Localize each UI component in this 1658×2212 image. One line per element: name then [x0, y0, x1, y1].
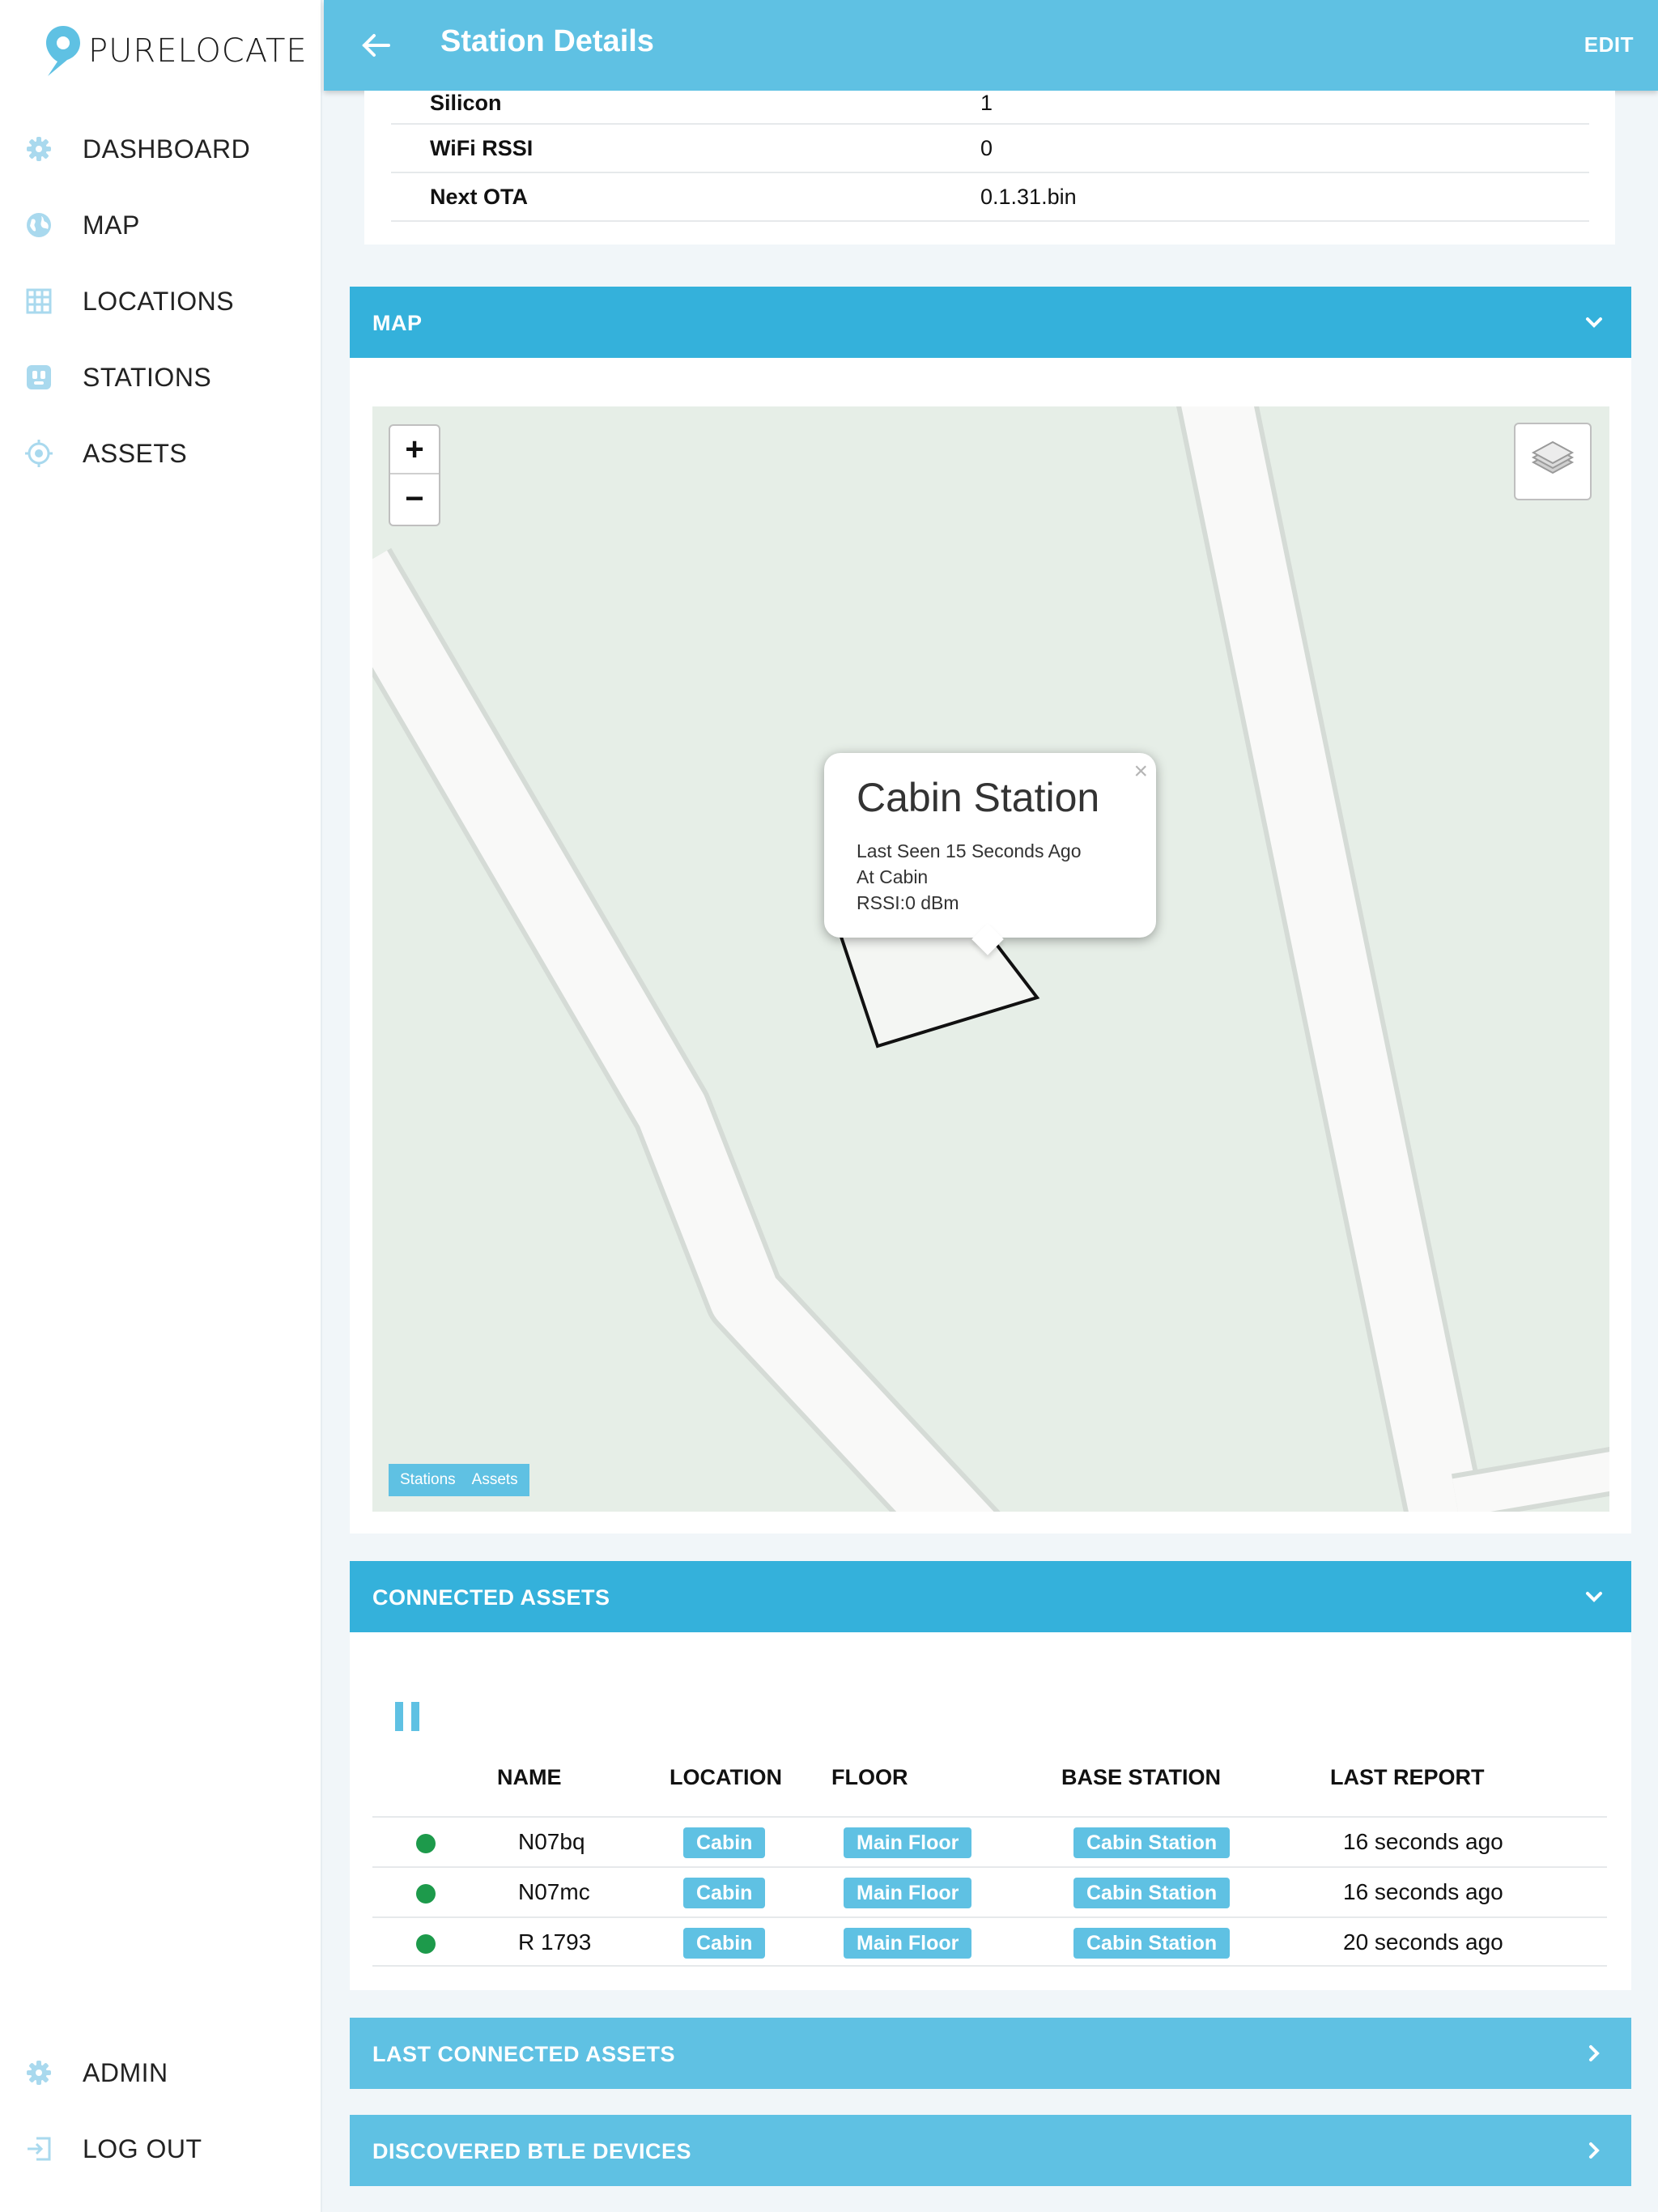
- layers-button[interactable]: [1514, 423, 1592, 500]
- sidebar-item-logout[interactable]: LOG OUT: [24, 2125, 202, 2173]
- sidebar-item-label: ADMIN: [83, 2057, 168, 2087]
- close-icon[interactable]: ×: [1133, 758, 1148, 785]
- layers-icon: [1516, 440, 1590, 502]
- map-view[interactable]: + − × Cabin Station Last Seen 15 Seconds…: [372, 406, 1609, 1512]
- base-station-tag[interactable]: Cabin Station: [1073, 1827, 1231, 1858]
- panel-title: LAST CONNECTED ASSETS: [372, 2042, 676, 2066]
- base-station-tag[interactable]: Cabin Station: [1073, 1928, 1231, 1959]
- floor-tag[interactable]: Main Floor: [844, 1827, 972, 1858]
- target-icon: [24, 439, 53, 468]
- info-value: 0: [980, 136, 993, 160]
- sidebar-item-label: LOCATIONS: [83, 286, 235, 316]
- sidebar-item-assets[interactable]: ASSETS: [24, 429, 187, 478]
- info-value: 0.1.31.bin: [980, 185, 1077, 209]
- chevron-right-icon: [1581, 2138, 1607, 2163]
- page-title: Station Details: [440, 24, 654, 58]
- panel-title: DISCOVERED BTLE DEVICES: [372, 2139, 692, 2163]
- sidebar-item-label: DASHBOARD: [83, 134, 251, 164]
- station-popup: × Cabin Station Last Seen 15 Seconds Ago…: [824, 753, 1156, 955]
- location-tag[interactable]: Cabin: [683, 1827, 766, 1858]
- info-row-silicon: Silicon 1: [391, 91, 1589, 125]
- edit-button[interactable]: EDIT: [1584, 32, 1634, 57]
- info-key: Silicon: [430, 91, 502, 115]
- popup-location: At Cabin: [857, 866, 929, 887]
- top-app-bar: Station Details EDIT: [324, 0, 1658, 91]
- asset-name: N07bq: [518, 1829, 585, 1854]
- location-tag[interactable]: Cabin: [683, 1878, 766, 1908]
- location-tag[interactable]: Cabin: [683, 1928, 766, 1959]
- sidebar-item-admin[interactable]: ADMIN: [24, 2048, 168, 2097]
- column-header-last-report[interactable]: LAST REPORT: [1330, 1765, 1485, 1790]
- chevron-down-icon: [1581, 1584, 1607, 1610]
- legend-assets[interactable]: Assets: [472, 1471, 518, 1489]
- status-online-dot: [416, 1934, 436, 1954]
- asset-name: R 1793: [518, 1929, 592, 1955]
- station-icon: [24, 363, 53, 392]
- base-station-tag[interactable]: Cabin Station: [1073, 1878, 1231, 1908]
- zoom-in-button[interactable]: +: [390, 426, 439, 474]
- sidebar-item-label: ASSETS: [83, 438, 188, 468]
- zoom-out-button[interactable]: −: [390, 475, 439, 524]
- sidebar-item-locations[interactable]: LOCATIONS: [24, 277, 234, 325]
- column-header-floor[interactable]: FLOOR: [831, 1765, 908, 1790]
- column-header-name[interactable]: NAME: [497, 1765, 562, 1790]
- table-row[interactable]: N07bq Cabin Main Floor Cabin Station 16 …: [372, 1816, 1607, 1866]
- popup-rssi: RSSI:0 dBm: [857, 892, 959, 913]
- status-online-dot: [416, 1834, 436, 1853]
- logout-icon: [24, 2134, 53, 2163]
- station-info-card: Silicon 1 WiFi RSSI 0 Next OTA 0.1.31.bi…: [364, 91, 1615, 245]
- floor-tag[interactable]: Main Floor: [844, 1878, 972, 1908]
- column-header-base-station[interactable]: BASE STATION: [1061, 1765, 1221, 1790]
- map-layer-legend: Stations Assets: [389, 1464, 529, 1496]
- info-key: Next OTA: [430, 185, 529, 209]
- sidebar-item-label: MAP: [83, 210, 140, 240]
- popup-last-seen: Last Seen 15 Seconds Ago: [857, 840, 1082, 861]
- sidebar-item-map[interactable]: MAP: [24, 201, 140, 249]
- zoom-control: + −: [389, 424, 440, 526]
- app-name: PURELOCATE: [88, 32, 308, 70]
- grid-icon: [24, 287, 53, 316]
- connected-assets-panel-header[interactable]: CONNECTED ASSETS: [350, 1561, 1631, 1632]
- chevron-right-icon: [1581, 2040, 1607, 2066]
- popup-title: Cabin Station: [857, 775, 1100, 820]
- last-report: 16 seconds ago: [1343, 1879, 1503, 1904]
- globe-icon: [24, 211, 53, 240]
- info-value: 1: [980, 91, 993, 115]
- map-roads: [372, 406, 1609, 1512]
- logo-pin-icon: [45, 24, 82, 78]
- discovered-btle-panel-header[interactable]: DISCOVERED BTLE DEVICES: [350, 2115, 1631, 2186]
- sidebar-item-stations[interactable]: STATIONS: [24, 353, 211, 402]
- sidebar: PURELOCATE DASHBOARD MAP LOCATIONS STATI…: [0, 0, 322, 2212]
- gear-icon: [24, 2058, 53, 2087]
- app-logo[interactable]: PURELOCATE: [45, 24, 308, 78]
- panel-title: MAP: [372, 311, 423, 335]
- table-row[interactable]: N07mc Cabin Main Floor Cabin Station 16 …: [372, 1866, 1607, 1916]
- info-key: WiFi RSSI: [430, 136, 534, 160]
- map-panel-header[interactable]: MAP: [350, 287, 1631, 358]
- info-row-next-ota: Next OTA 0.1.31.bin: [391, 173, 1589, 222]
- column-header-location[interactable]: LOCATION: [670, 1765, 782, 1790]
- status-online-dot: [416, 1884, 436, 1904]
- sidebar-item-dashboard[interactable]: DASHBOARD: [24, 125, 250, 173]
- info-row-wifi-rssi: WiFi RSSI 0: [391, 125, 1589, 173]
- gear-icon: [24, 134, 53, 164]
- chevron-down-icon: [1581, 309, 1607, 335]
- panel-title: CONNECTED ASSETS: [372, 1585, 610, 1610]
- sidebar-item-label: LOG OUT: [83, 2133, 202, 2163]
- table-row[interactable]: R 1793 Cabin Main Floor Cabin Station 20…: [372, 1916, 1607, 1967]
- last-report: 20 seconds ago: [1343, 1929, 1503, 1955]
- back-arrow-icon[interactable]: [356, 24, 398, 66]
- pause-icon[interactable]: [393, 1700, 423, 1733]
- sidebar-item-label: STATIONS: [83, 362, 212, 392]
- legend-stations[interactable]: Stations: [400, 1471, 456, 1489]
- last-report: 16 seconds ago: [1343, 1829, 1503, 1854]
- asset-name: N07mc: [518, 1879, 590, 1904]
- last-connected-assets-panel-header[interactable]: LAST CONNECTED ASSETS: [350, 2018, 1631, 2089]
- floor-tag[interactable]: Main Floor: [844, 1928, 972, 1959]
